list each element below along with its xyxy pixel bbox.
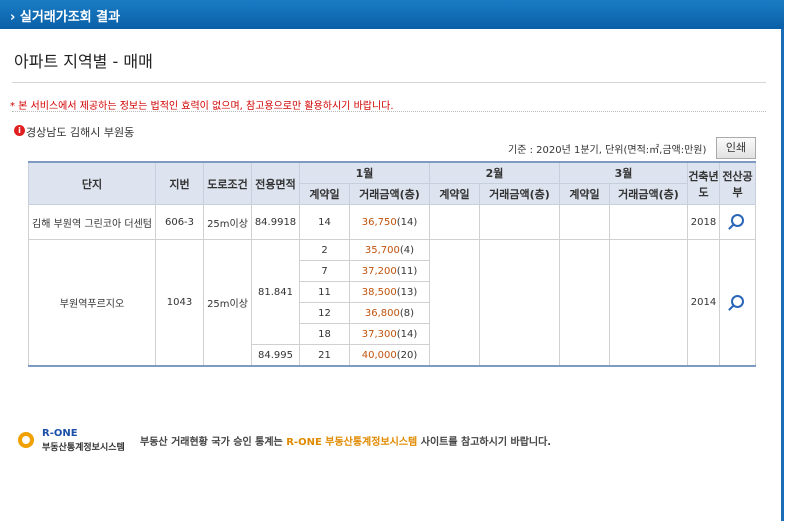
price-amount: 37,200 [361,265,397,277]
logo-line-2: 부동산통계정보시스템 [42,443,125,453]
empty-cell [559,239,610,367]
r-one-logo[interactable]: R-ONE 부동산통계정보시스템 [18,428,138,458]
col-road: 도로조건 [203,161,252,205]
price-floor: (20) [396,349,418,361]
price-amount: 36,800 [364,307,400,319]
print-button[interactable]: 인쇄 [716,137,756,159]
location-label: 경상남도 김해시 부원동 [26,126,135,139]
price-floor: (14) [396,216,418,228]
table-row: 부원역푸르지오 1043 25m이상 81.841 2 35,700(4) 20… [28,239,756,367]
col-month-3: 3월 [559,161,688,184]
price-cell: 37,300(14) [349,323,430,345]
info-icon: i [14,125,25,136]
road-condition: 25m이상 [203,239,252,367]
price-cell: 36,800(8) [349,302,430,324]
col-month-2: 2월 [429,161,560,184]
col-price-2: 거래금액(층) [479,183,560,205]
complex-name: 김해 부원역 그린코아 더센텀 [28,204,156,240]
price-amount: 40,000 [361,349,397,361]
price-amount: 38,500 [361,286,397,298]
table-row: 김해 부원역 그린코아 더센텀 606-3 25m이상 84.9918 14 3… [28,204,756,240]
footer-text-b: 사이트를 참고하시기 바랍니다. [417,437,552,448]
area-value: 84.9918 [251,204,300,240]
result-title: › 실거래가조회 결과 [10,10,121,25]
r-one-link[interactable]: R-ONE 부동산통계정보시스템 [286,437,417,448]
page-title: 아파트 지역별 - 매매 [14,52,153,71]
dotted-divider [12,111,766,112]
col-contract-3: 계약일 [559,183,610,205]
col-contract-2: 계약일 [429,183,480,205]
complex-name: 부원역푸르지오 [28,239,156,367]
ledger-cell [719,239,756,367]
magnifier-icon[interactable] [731,214,744,227]
col-area: 전용면적 [251,161,300,205]
area-value: 81.841 [251,239,300,345]
col-contract-1: 계약일 [299,183,350,205]
price-amount: 35,700 [364,244,400,256]
col-month-1: 1월 [299,161,430,184]
lot-number: 606-3 [155,204,204,240]
magnifier-icon[interactable] [731,294,744,308]
empty-cell [609,204,688,240]
basis-label: 기준 : 2020년 1분기, 단위(면적:㎡,금액:만원) [508,145,707,156]
contract-day: 11 [299,281,350,303]
r-one-logo-icon [18,432,34,448]
empty-cell [559,204,610,240]
empty-cell [429,239,480,367]
logo-line-1: R-ONE [42,428,78,439]
ledger-cell [719,204,756,240]
col-built: 건축년도 [687,161,720,205]
price-amount: 36,750 [361,216,397,228]
empty-cell [479,239,560,367]
price-floor: (13) [396,286,418,298]
transaction-table: 단지 지번 도로조건 전용면적 1월 2월 3월 건축년도 전산공부 계약일 거… [28,161,756,367]
price-floor: (8) [399,307,415,319]
empty-cell [429,204,480,240]
price-cell: 36,750(14) [349,204,430,240]
col-price-1: 거래금액(층) [349,183,430,205]
legal-notice: * 본 서비스에서 제공하는 정보는 법적인 효력이 없으며, 참고용으로만 활… [10,101,394,112]
contract-day: 12 [299,302,350,324]
col-price-3: 거래금액(층) [609,183,688,205]
price-cell: 38,500(13) [349,281,430,303]
price-amount: 37,300 [361,328,397,340]
price-floor: (11) [396,265,418,277]
result-title-bar: › 실거래가조회 결과 [0,0,784,29]
col-lot: 지번 [155,161,204,205]
contract-day: 21 [299,344,350,367]
price-cell: 35,700(4) [349,239,430,261]
contract-day: 14 [299,204,350,240]
empty-cell [609,239,688,367]
price-floor: (14) [396,328,418,340]
price-floor: (4) [399,244,415,256]
right-margin [784,0,800,521]
contract-day: 7 [299,260,350,282]
col-complex: 단지 [28,161,156,205]
price-cell: 37,200(11) [349,260,430,282]
contract-day: 18 [299,323,350,345]
contract-day: 2 [299,239,350,261]
price-cell: 40,000(20) [349,344,430,367]
divider [12,82,766,83]
lot-number: 1043 [155,239,204,367]
built-year: 2018 [687,204,720,240]
footer-text: 부동산 거래현황 국가 승인 통계는 R-ONE 부동산통계정보시스템 사이트를… [140,433,551,448]
area-value: 84.995 [251,344,300,367]
col-ledger: 전산공부 [719,161,756,205]
empty-cell [479,204,560,240]
footer-text-a: 부동산 거래현황 국가 승인 통계는 [140,437,287,448]
road-condition: 25m이상 [203,204,252,240]
built-year: 2014 [687,239,720,367]
